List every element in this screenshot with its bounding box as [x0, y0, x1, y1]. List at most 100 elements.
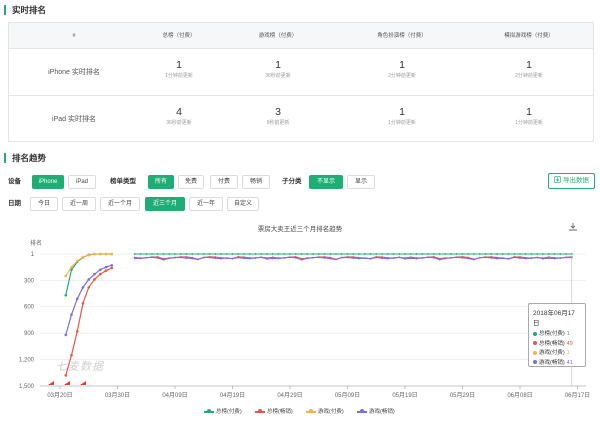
data-point: [467, 253, 470, 255]
export-data-button[interactable]: 导出数据: [548, 173, 595, 189]
data-point: [231, 257, 234, 260]
update-time: 2分钟前更新: [515, 73, 543, 79]
legend-label: 游戏(畅销): [369, 409, 395, 415]
data-point: [421, 253, 424, 255]
y-tick-label: 1,200: [19, 358, 35, 364]
subcategory-hide-button[interactable]: 不显示: [309, 175, 343, 189]
tooltip-series-name: 总榜(畅销): [539, 340, 565, 347]
list-type-grossing-button[interactable]: 畅销: [242, 175, 270, 189]
data-point: [202, 256, 205, 259]
data-point: [185, 257, 188, 259]
list-type-paid-button[interactable]: 付费: [210, 175, 238, 189]
data-point: [260, 253, 263, 255]
realtime-ranking-table: # 总榜（付费） 游戏榜（付费） 角色扮演榜（付费） 模拟游戏榜（付费） iPh…: [8, 22, 594, 142]
data-point: [185, 253, 188, 255]
legend-item[interactable]: 总榜(畅销): [255, 408, 293, 416]
update-time: 1分钟前更新: [388, 120, 416, 126]
rank-cell: 1 36秒前更新: [228, 59, 328, 80]
data-point: [156, 257, 159, 259]
data-point: [381, 257, 383, 260]
data-point: [524, 257, 527, 260]
tooltip-row: 总榜(畅销) 49: [533, 340, 581, 350]
data-point: [271, 253, 274, 255]
data-point: [421, 257, 424, 259]
date-three-months-button[interactable]: 近三个月: [145, 197, 185, 211]
rank-value: 1: [526, 59, 532, 71]
data-point: [300, 258, 303, 261]
data-point: [174, 256, 176, 259]
data-point: [208, 253, 211, 255]
data-point: [565, 253, 567, 255]
data-point: [151, 253, 153, 255]
data-point: [277, 253, 280, 255]
data-point: [110, 266, 114, 270]
data-point: [266, 258, 268, 260]
data-point: [530, 253, 533, 255]
data-point: [283, 253, 286, 255]
legend-item[interactable]: 游戏(付费): [306, 408, 344, 416]
data-point: [294, 256, 297, 259]
data-point: [64, 274, 68, 278]
data-point: [547, 253, 550, 255]
data-point: [478, 253, 481, 255]
date-month-button[interactable]: 近一个月: [100, 197, 140, 211]
list-type-label: 榜单类型: [110, 178, 136, 185]
data-point: [323, 253, 326, 255]
data-point: [110, 252, 114, 256]
rank-value: 1: [399, 106, 405, 118]
data-point: [64, 293, 68, 297]
date-week-button[interactable]: 近一周: [62, 197, 96, 211]
data-point: [81, 286, 85, 289]
date-custom-button[interactable]: 自定义: [227, 197, 259, 211]
data-point: [484, 253, 487, 255]
legend-item[interactable]: 总榜(付费): [204, 408, 242, 416]
download-icon[interactable]: [568, 222, 578, 232]
subcategory-show-button[interactable]: 显示: [347, 175, 375, 189]
date-year-button[interactable]: 近一年: [189, 197, 223, 211]
device-iphone-button[interactable]: iPhone: [32, 175, 64, 189]
data-point: [352, 253, 355, 255]
date-filter-label: 日期: [8, 200, 21, 207]
x-tick-label: 04月19日: [220, 392, 245, 399]
data-point: [300, 253, 303, 255]
data-point: [317, 256, 320, 259]
data-point: [335, 253, 337, 255]
data-point: [473, 253, 475, 255]
data-point: [358, 253, 360, 255]
data-point: [432, 256, 435, 259]
list-type-free-button[interactable]: 免费: [178, 175, 204, 189]
rank-cell: 3 9秒前更新: [228, 106, 328, 127]
realtime-section-title: 实时排名: [4, 5, 46, 15]
y-tick-label: 600: [24, 305, 35, 311]
data-point: [81, 301, 85, 305]
legend-swatch: [204, 409, 214, 414]
data-point: [162, 253, 165, 255]
data-point: [519, 257, 521, 259]
device-ipad-button[interactable]: iPad: [68, 175, 96, 189]
data-point: [75, 297, 79, 301]
data-point: [398, 253, 401, 255]
data-point: [381, 253, 383, 255]
update-time: 1分钟前更新: [515, 120, 543, 126]
data-point: [335, 258, 337, 261]
data-point: [168, 257, 171, 260]
date-today-button[interactable]: 今日: [30, 197, 58, 211]
legend-item[interactable]: 游戏(畅销): [357, 408, 395, 416]
data-point: [329, 257, 332, 260]
tooltip-value: 1: [566, 331, 570, 337]
rank-value: 1: [275, 59, 281, 71]
data-point: [266, 253, 268, 255]
legend-swatch: [255, 409, 265, 414]
tooltip-series-name: 游戏(畅销): [539, 359, 565, 366]
data-point: [432, 253, 435, 255]
tooltip-value: 41: [566, 359, 573, 366]
rank-value: 1: [399, 59, 405, 71]
data-point: [93, 272, 96, 276]
x-tick-label: 04月29日: [277, 392, 302, 399]
data-point: [513, 256, 516, 259]
data-point: [524, 253, 527, 255]
data-point: [398, 256, 401, 259]
update-time: 2分钟前更新: [388, 73, 416, 79]
data-point: [306, 257, 309, 260]
list-type-all-button[interactable]: 所有: [148, 175, 174, 189]
